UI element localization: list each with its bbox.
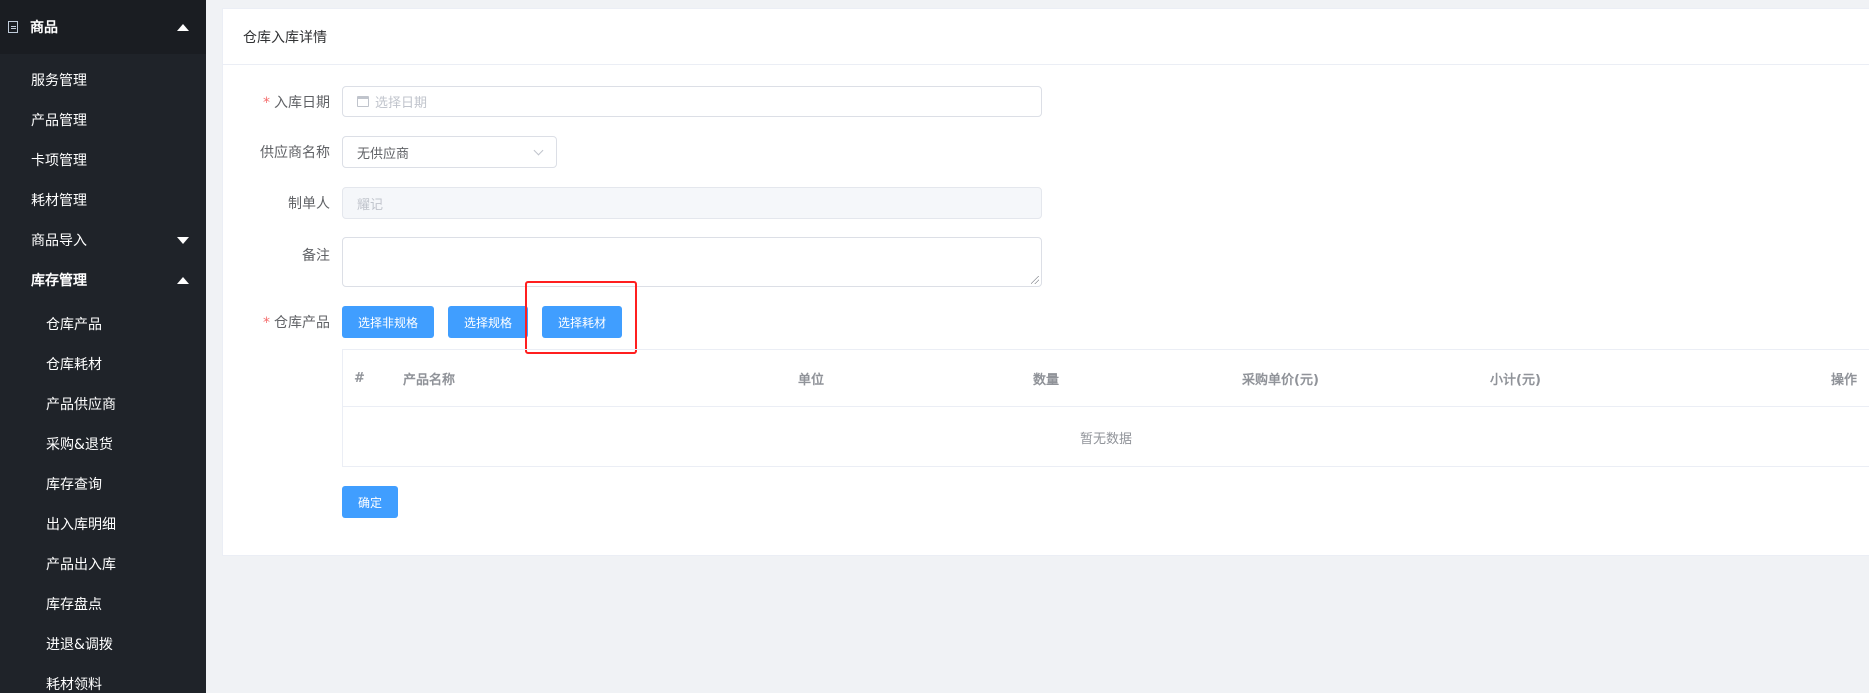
- sidebar-subitem-product-inout[interactable]: 产品出入库: [0, 544, 206, 584]
- col-subtotal: 小计(元): [1490, 373, 1541, 388]
- supplier-label: 供应商名称: [260, 145, 330, 161]
- date-row: * 入库日期 选择日期: [222, 86, 1042, 117]
- sidebar-subitem-label: 采购&退货: [46, 437, 113, 453]
- sidebar-subitem-label: 产品出入库: [46, 557, 116, 573]
- document-icon: [8, 21, 18, 33]
- sidebar-item-service[interactable]: 服务管理: [0, 60, 206, 100]
- creator-value: 耀记: [357, 197, 384, 213]
- required-mark: *: [263, 94, 270, 111]
- sidebar: 商品 服务管理 产品管理 卡项管理 耗材管理 商品导入 库存管理 仓库产品 仓库…: [0, 0, 206, 693]
- remark-textarea[interactable]: [342, 237, 1042, 287]
- col-quantity: 数量: [1033, 373, 1060, 388]
- sidebar-subitem-material-requisition[interactable]: 耗材领料: [0, 664, 206, 693]
- panel-header: 仓库入库详情: [223, 9, 1869, 65]
- sidebar-subitem-warehouse-material[interactable]: 仓库耗材: [0, 344, 206, 384]
- sidebar-subitem-label: 耗材领料: [46, 677, 102, 693]
- select-spec-button[interactable]: 选择规格: [448, 306, 528, 338]
- table-header: # 产品名称 单位 数量 采购单价(元) 小计(元) 操作: [343, 350, 1869, 407]
- col-unit: 单位: [798, 373, 825, 388]
- products-label-text: 仓库产品: [274, 315, 330, 331]
- supplier-value: 无供应商: [357, 146, 410, 162]
- sidebar-subitem-stock-query[interactable]: 库存查询: [0, 464, 206, 504]
- sidebar-subitem-supplier[interactable]: 产品供应商: [0, 384, 206, 424]
- sidebar-item-material[interactable]: 耗材管理: [0, 180, 206, 220]
- sidebar-item-card[interactable]: 卡项管理: [0, 140, 206, 180]
- sidebar-item-label: 库存管理: [31, 273, 87, 289]
- sidebar-subitem-label: 库存查询: [46, 477, 102, 493]
- remark-label: 备注: [302, 248, 330, 264]
- supplier-select[interactable]: 无供应商: [342, 136, 557, 168]
- col-product-name: 产品名称: [403, 373, 456, 388]
- sidebar-subitem-label: 出入库明细: [46, 517, 116, 533]
- sidebar-item-label: 商品导入: [31, 233, 87, 249]
- select-non-spec-button[interactable]: 选择非规格: [342, 306, 434, 338]
- sidebar-subitem-warehouse-product[interactable]: 仓库产品: [0, 304, 206, 344]
- date-label: * 入库日期: [222, 92, 342, 112]
- sidebar-subitem-return-transfer[interactable]: 进退&调拨: [0, 624, 206, 664]
- date-picker[interactable]: 选择日期: [342, 86, 1042, 117]
- col-index: #: [354, 371, 365, 386]
- creator-row: 制单人 耀记: [222, 187, 1042, 219]
- sidebar-subitem-label: 库存盘点: [46, 597, 102, 613]
- select-material-button[interactable]: 选择耗材: [542, 306, 622, 338]
- sidebar-subitem-inout-detail[interactable]: 出入库明细: [0, 504, 206, 544]
- resize-grip-icon[interactable]: [1031, 276, 1039, 284]
- product-table: # 产品名称 单位 数量 采购单价(元) 小计(元) 操作 暂无数据: [342, 349, 1869, 467]
- sidebar-subitem-purchase-return[interactable]: 采购&退货: [0, 424, 206, 464]
- sidebar-group-goods[interactable]: 商品: [0, 0, 206, 54]
- sidebar-group-label: 商品: [30, 20, 58, 36]
- sidebar-subitem-label: 仓库产品: [46, 317, 102, 333]
- sidebar-item-import[interactable]: 商品导入: [0, 220, 206, 260]
- chevron-down-icon: [533, 145, 544, 155]
- caret-down-icon: [177, 236, 189, 244]
- caret-up-icon: [177, 23, 189, 31]
- sidebar-item-label: 卡项管理: [31, 153, 87, 169]
- products-row: * 仓库产品 选择非规格 选择规格 选择耗材: [222, 306, 622, 338]
- required-mark: *: [263, 315, 270, 331]
- page-title: 仓库入库详情: [243, 29, 327, 46]
- confirm-button[interactable]: 确定: [342, 486, 398, 518]
- sidebar-subitem-stocktake[interactable]: 库存盘点: [0, 584, 206, 624]
- sidebar-subitem-label: 产品供应商: [46, 397, 116, 413]
- sidebar-item-inventory[interactable]: 库存管理: [0, 260, 206, 300]
- calendar-icon: [357, 96, 369, 107]
- date-placeholder: 选择日期: [375, 96, 428, 111]
- sidebar-item-label: 耗材管理: [31, 193, 87, 209]
- sidebar-subitem-label: 仓库耗材: [46, 357, 102, 373]
- col-actions: 操作: [1831, 373, 1858, 388]
- supplier-row: 供应商名称 无供应商: [222, 136, 557, 168]
- col-unit-price: 采购单价(元): [1242, 373, 1319, 388]
- table-empty-text: 暂无数据: [1079, 431, 1132, 447]
- products-label: * 仓库产品: [222, 312, 342, 332]
- creator-field: 耀记: [342, 187, 1042, 219]
- sidebar-item-product[interactable]: 产品管理: [0, 100, 206, 140]
- caret-up-icon: [177, 276, 189, 284]
- sidebar-item-label: 服务管理: [31, 73, 87, 89]
- sidebar-item-label: 产品管理: [31, 113, 87, 129]
- date-label-text: 入库日期: [274, 94, 330, 111]
- sidebar-subitem-label: 进退&调拨: [46, 637, 113, 653]
- remark-row: 备注: [222, 237, 1042, 287]
- creator-label: 制单人: [288, 196, 330, 212]
